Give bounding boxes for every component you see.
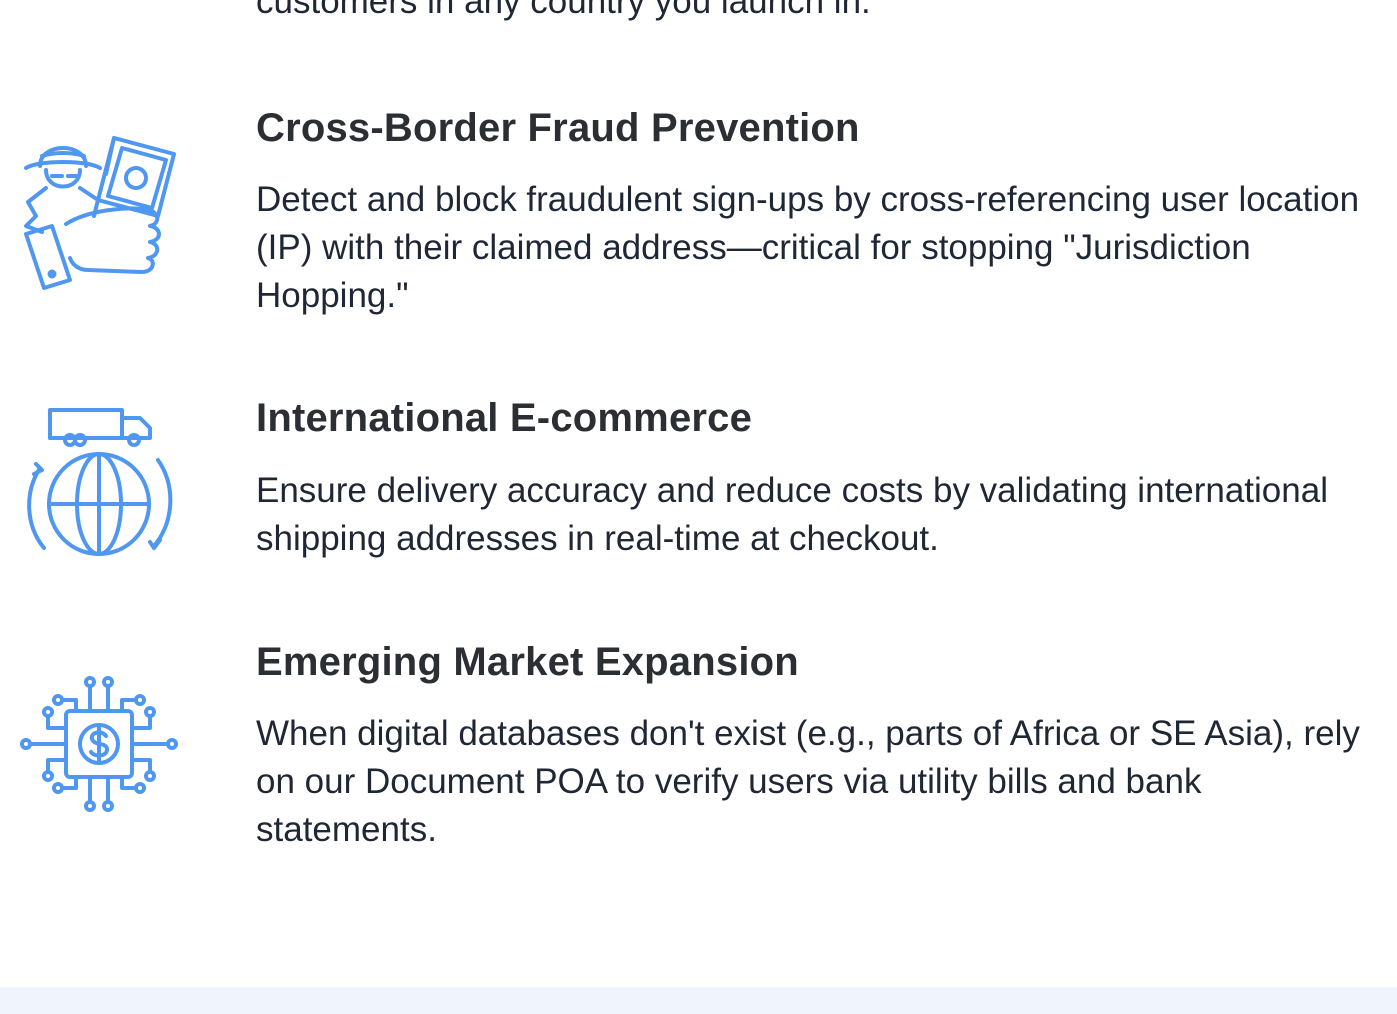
feature-description: Detect and block fraudulent sign-ups by …	[256, 180, 1360, 315]
truck-globe-shipping-icon	[18, 398, 180, 560]
globe-partial-icon	[30, 0, 180, 10]
feature-title: International E-commerce	[256, 396, 753, 440]
use-cases-section: customers in any country you launch in.	[0, 0, 1397, 1014]
next-section-band	[0, 987, 1397, 1014]
fraud-thief-money-hand-icon	[18, 130, 180, 292]
feature-title: Emerging Market Expansion	[256, 640, 799, 684]
feature-description: When digital databases don't exist (e.g.…	[256, 714, 1360, 849]
dollar-chip-circuit-icon	[18, 666, 180, 828]
feature-title: Cross-Border Fraud Prevention	[256, 106, 860, 150]
partial-description: customers in any country you launch in.	[256, 0, 871, 21]
feature-description: Ensure delivery accuracy and reduce cost…	[256, 471, 1328, 558]
